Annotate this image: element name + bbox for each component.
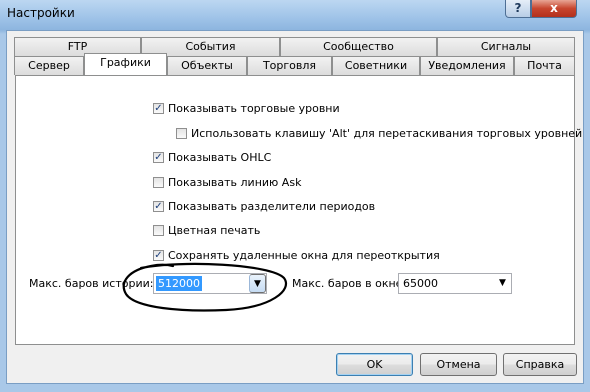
option-label: Показывать линию Ask xyxy=(168,175,302,189)
max-bars-history-combo[interactable]: 512000 ▼ xyxy=(153,273,267,294)
title-bar[interactable]: Настройки ? x xyxy=(0,0,590,30)
show-ohlc-option[interactable]: ✓ Показывать OHLC xyxy=(153,149,271,165)
max-bars-window-combo[interactable]: 65000 ▼ xyxy=(398,273,512,294)
chevron-down-icon[interactable]: ▼ xyxy=(494,274,511,293)
option-label: Использовать клавишу 'Alt' для перетаски… xyxy=(191,126,583,140)
tab-notifications[interactable]: Уведомления xyxy=(420,56,514,75)
max-bars-window-label: Макс. баров в окне: xyxy=(292,277,407,290)
window-title: Настройки xyxy=(7,6,75,20)
option-label: Цветная печать xyxy=(168,223,261,237)
tab-trade[interactable]: Торговля xyxy=(247,56,332,75)
cancel-button[interactable]: Отмена xyxy=(420,353,497,376)
help-button[interactable]: Справка xyxy=(503,353,577,376)
checkbox-checked[interactable]: ✓ xyxy=(153,249,164,261)
tab-signals[interactable]: Сигналы xyxy=(437,37,575,56)
show-period-separators-option[interactable]: ✓ Показывать разделители периодов xyxy=(153,198,375,214)
alt-drag-trade-levels-option[interactable]: Использовать клавишу 'Alt' для перетаски… xyxy=(176,125,582,141)
tab-server[interactable]: Сервер xyxy=(14,56,84,75)
chevron-down-icon[interactable]: ▼ xyxy=(249,274,266,293)
charts-tab-panel: ✓ Показывать торговые уровни Использоват… xyxy=(15,75,582,345)
max-bars-window-value[interactable]: 65000 xyxy=(401,276,440,291)
tab-email[interactable]: Почта xyxy=(514,56,575,75)
max-bars-history-value[interactable]: 512000 xyxy=(156,276,202,291)
color-print-option[interactable]: Цветная печать xyxy=(153,222,260,238)
option-label: Показывать торговые уровни xyxy=(168,101,340,115)
show-trade-levels-option[interactable]: ✓ Показывать торговые уровни xyxy=(153,100,340,116)
checkbox-checked[interactable]: ✓ xyxy=(153,151,164,163)
checkbox-checked[interactable]: ✓ xyxy=(153,200,164,212)
tab-charts[interactable]: Графики xyxy=(84,53,167,75)
dialog-client: FTP События Сообщество Сигналы Сервер Гр… xyxy=(6,30,584,384)
option-label: Сохранять удаленные окна для переоткрыти… xyxy=(168,248,440,262)
checkbox-checked[interactable]: ✓ xyxy=(153,102,164,114)
settings-window: Настройки ? x FTP События Сообщество Сиг… xyxy=(0,0,590,392)
tab-experts[interactable]: Советники xyxy=(332,56,420,75)
show-ask-line-option[interactable]: Показывать линию Ask xyxy=(153,174,301,190)
checkbox-unchecked[interactable] xyxy=(176,127,187,139)
help-title-button[interactable]: ? xyxy=(505,0,531,18)
close-button[interactable]: x xyxy=(531,0,577,18)
checkbox-unchecked[interactable] xyxy=(153,176,164,188)
max-bars-history-label: Макс. баров истории: xyxy=(29,277,154,290)
tab-community[interactable]: Сообщество xyxy=(280,37,437,56)
tab-objects[interactable]: Объекты xyxy=(167,56,247,75)
checkbox-unchecked[interactable] xyxy=(153,224,164,236)
option-label: Показывать OHLC xyxy=(168,150,272,164)
save-deleted-windows-option[interactable]: ✓ Сохранять удаленные окна для переоткры… xyxy=(153,247,440,263)
ok-button[interactable]: OK xyxy=(336,353,413,376)
option-label: Показывать разделители периодов xyxy=(168,199,376,213)
